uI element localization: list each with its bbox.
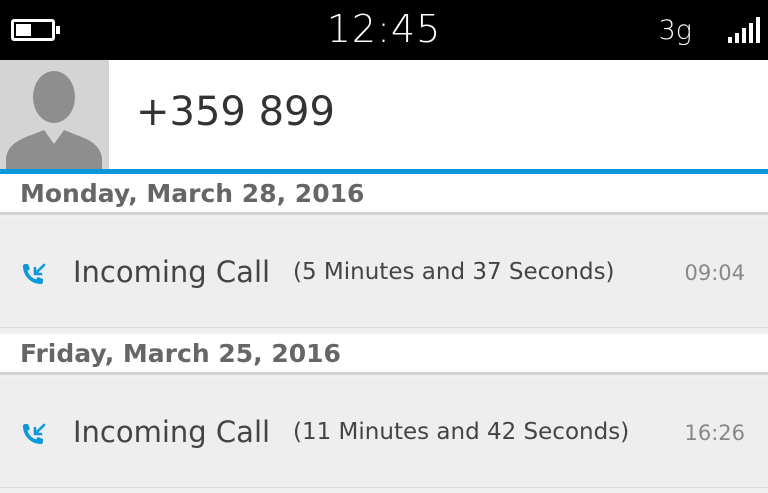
date-header: Monday, March 28, 2016 [0, 174, 768, 215]
contact-header: +359 899 [0, 60, 768, 169]
contact-number: +359 899 [136, 89, 335, 135]
date-header: Friday, March 25, 2016 [0, 334, 768, 375]
avatar[interactable] [0, 60, 109, 169]
call-time: 16:26 [684, 421, 745, 445]
call-type: Incoming Call [73, 415, 271, 449]
call-duration: (11 Minutes and 42 Seconds) [293, 419, 630, 445]
call-type: Incoming Call [73, 255, 271, 289]
date-label: Friday, March 25, 2016 [20, 339, 341, 368]
network-type: 3g [658, 15, 692, 46]
status-clock: 12:45 [326, 7, 442, 51]
person-silhouette-icon [6, 71, 102, 169]
call-log-item[interactable]: Incoming Call (5 Minutes and 37 Seconds)… [0, 219, 768, 328]
status-bar: 12:45 3g [0, 0, 768, 60]
incoming-call-icon [23, 263, 46, 284]
signal-strength-icon [728, 17, 760, 43]
incoming-call-icon [23, 423, 46, 444]
call-time: 09:04 [684, 261, 745, 285]
call-duration: (5 Minutes and 37 Seconds) [293, 259, 615, 285]
call-log-item[interactable]: Incoming Call (11 Minutes and 42 Seconds… [0, 379, 768, 488]
date-label: Monday, March 28, 2016 [20, 179, 365, 208]
